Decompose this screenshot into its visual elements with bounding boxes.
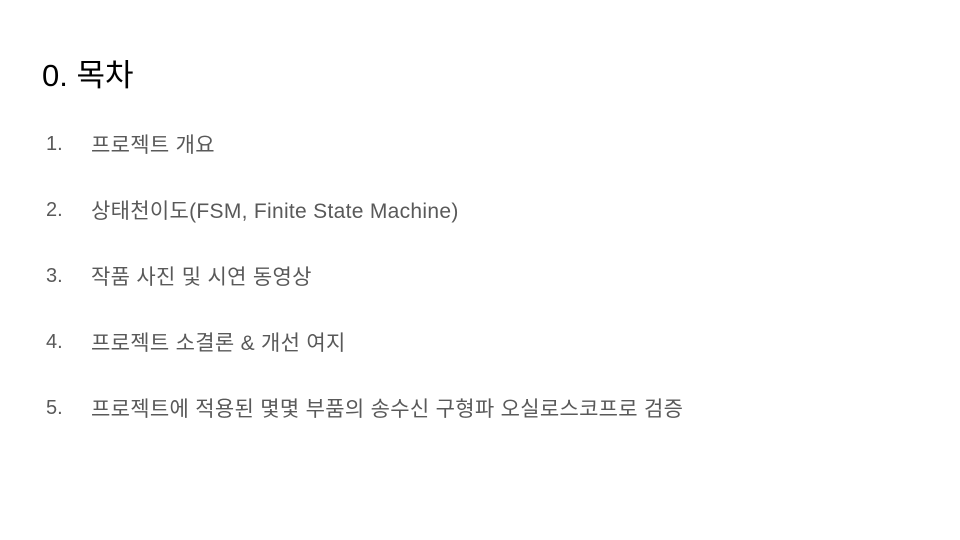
toc-item-5: 5. 프로젝트에 적용된 몇몇 부품의 송수신 구형파 오실로스코프로 검증 bbox=[46, 390, 683, 426]
toc-item-number: 4. bbox=[46, 330, 63, 353]
toc-item-number: 2. bbox=[46, 198, 63, 221]
toc-item-number: 1. bbox=[46, 132, 63, 155]
toc-item-text: 상태천이도(FSM, Finite State Machine) bbox=[91, 200, 459, 223]
slide-title: 0. 목차 bbox=[42, 58, 134, 93]
toc-item-text: 프로젝트에 적용된 몇몇 부품의 송수신 구형파 오실로스코프로 검증 bbox=[91, 398, 684, 421]
toc-item-number: 5. bbox=[46, 396, 63, 419]
toc-item-text: 프로젝트 개요 bbox=[91, 134, 215, 157]
toc-item-3: 3. 작품 사진 및 시연 동영상 bbox=[46, 258, 683, 294]
toc-item-number: 3. bbox=[46, 264, 63, 287]
toc-item-text: 작품 사진 및 시연 동영상 bbox=[91, 266, 312, 289]
toc-item-1: 1. 프로젝트 개요 bbox=[46, 126, 683, 162]
toc-item-2: 2. 상태천이도(FSM, Finite State Machine) bbox=[46, 192, 683, 228]
table-of-contents: 1. 프로젝트 개요 2. 상태천이도(FSM, Finite State Ma… bbox=[46, 126, 683, 456]
toc-item-4: 4. 프로젝트 소결론 & 개선 여지 bbox=[46, 324, 683, 360]
toc-item-text: 프로젝트 소결론 & 개선 여지 bbox=[91, 332, 346, 355]
slide: 0. 목차 1. 프로젝트 개요 2. 상태천이도(FSM, Finite St… bbox=[0, 0, 960, 540]
